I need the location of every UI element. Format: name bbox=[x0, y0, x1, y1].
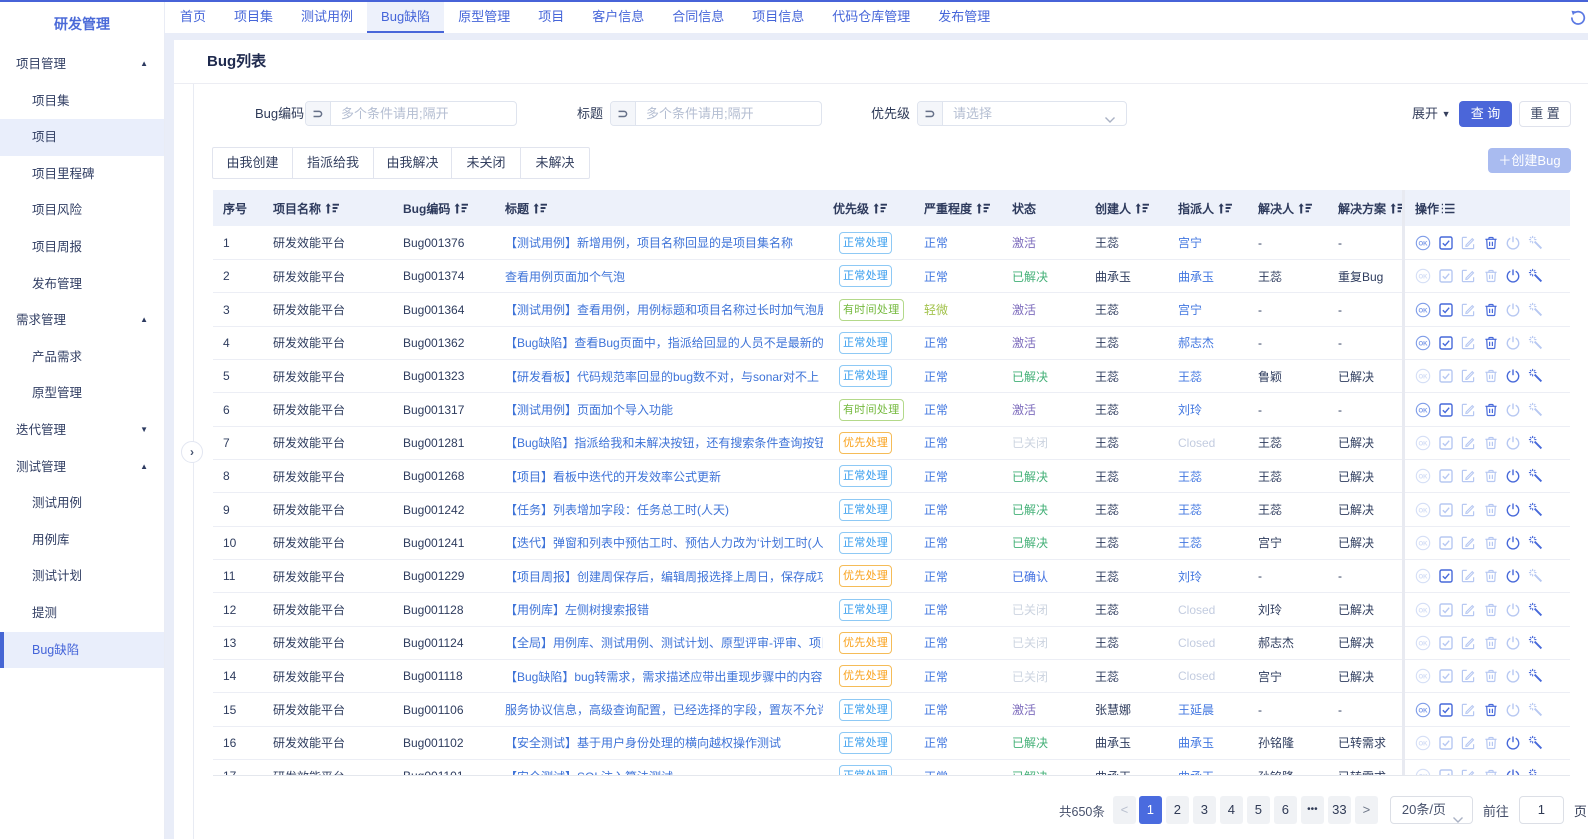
svg-text:OK: OK bbox=[1419, 741, 1429, 747]
svg-text:OK: OK bbox=[1419, 675, 1429, 681]
svg-text:OK: OK bbox=[1419, 375, 1429, 381]
svg-text:OK: OK bbox=[1419, 775, 1429, 776]
svg-text:OK: OK bbox=[1419, 575, 1429, 581]
svg-text:OK: OK bbox=[1419, 308, 1429, 314]
svg-text:OK: OK bbox=[1419, 641, 1429, 647]
svg-text:OK: OK bbox=[1419, 275, 1429, 281]
svg-text:OK: OK bbox=[1419, 408, 1429, 414]
svg-text:OK: OK bbox=[1419, 441, 1429, 447]
svg-text:OK: OK bbox=[1419, 241, 1429, 247]
svg-text:OK: OK bbox=[1419, 341, 1429, 347]
svg-text:OK: OK bbox=[1419, 608, 1429, 614]
svg-text:OK: OK bbox=[1419, 475, 1429, 481]
svg-text:OK: OK bbox=[1419, 541, 1429, 547]
svg-text:OK: OK bbox=[1419, 508, 1429, 514]
svg-text:OK: OK bbox=[1419, 708, 1429, 714]
